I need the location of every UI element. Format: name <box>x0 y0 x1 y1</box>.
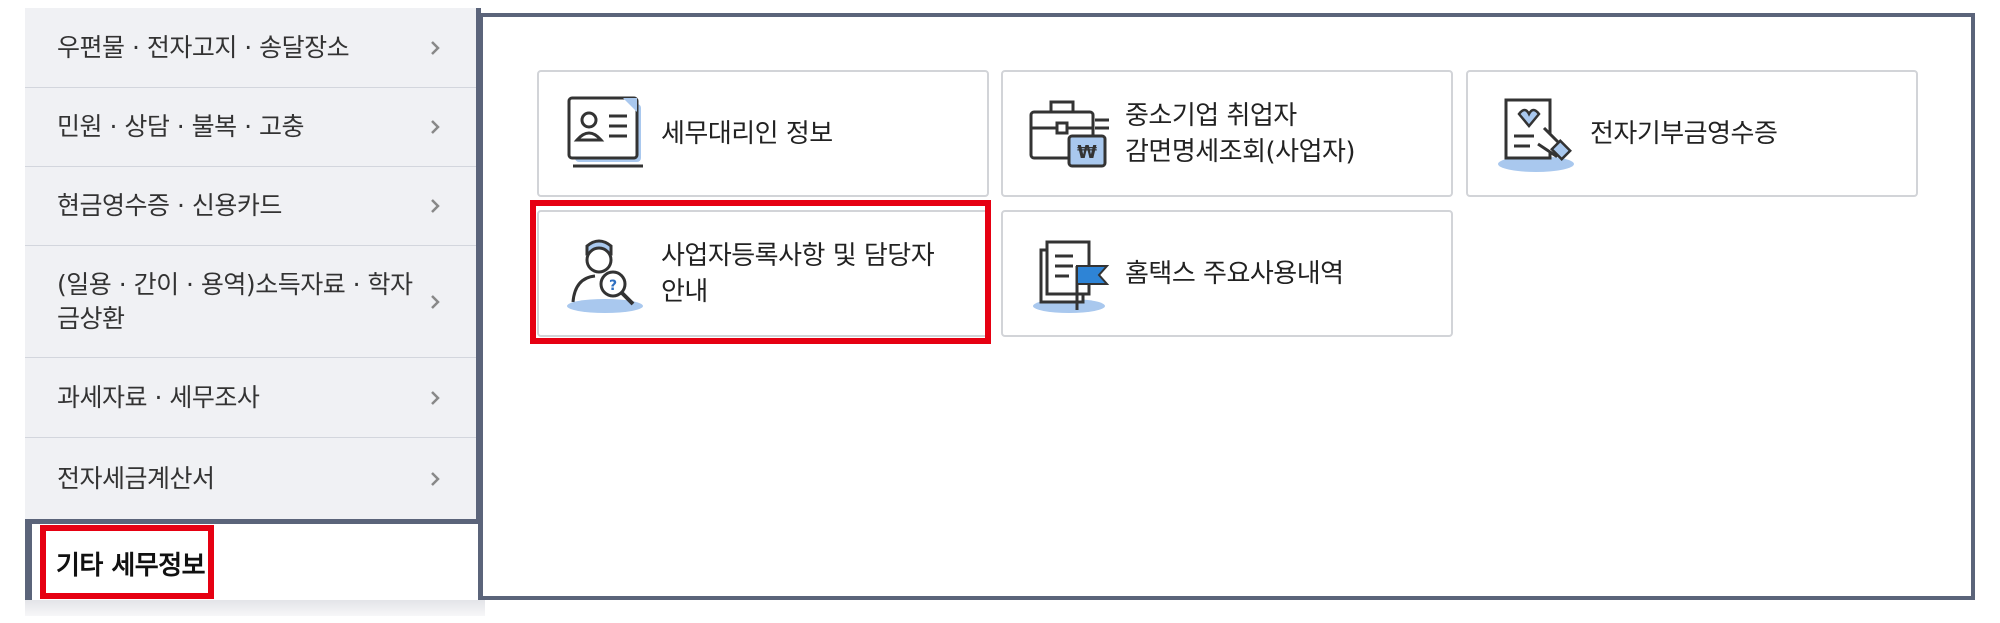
card-sme-tax-reduction[interactable]: ₩ 중소기업 취업자 감면명세조회(사업자) <box>1001 70 1453 197</box>
sidebar-item-income-data[interactable]: (일용 · 간이 · 용역)소득자료 · 학자금상환 <box>25 246 476 358</box>
sidebar-item-cash-receipt[interactable]: 현금영수증 · 신용카드 <box>25 167 476 246</box>
sidebar-item-complaint[interactable]: 민원 · 상담 · 불복 · 고충 <box>25 88 476 167</box>
card-label: 전자기부금영수증 <box>1590 118 1778 149</box>
card-hometax-usage-history[interactable]: 홈택스 주요사용내역 <box>1001 210 1453 337</box>
sidebar-item-e-invoice[interactable]: 전자세금계산서 <box>25 438 476 519</box>
highlight-box <box>40 525 214 599</box>
card-label: 중소기업 취업자 감면명세조회(사업자) <box>1125 100 1356 167</box>
sidebar-item-label: 현금영수증 · 신용카드 <box>57 191 282 220</box>
donation-receipt-icon <box>1498 98 1574 172</box>
menu-shadow <box>25 600 485 616</box>
card-tax-agent-info[interactable]: 세무대리인 정보 <box>537 70 989 197</box>
sidebar-item-tax-audit[interactable]: 과세자료 · 세무조사 <box>25 358 476 438</box>
sidebar-item-label: 민원 · 상담 · 불복 · 고충 <box>57 112 305 141</box>
svg-text:₩: ₩ <box>1077 142 1097 163</box>
card-label: 세무대리인 정보 <box>661 118 833 149</box>
chevron-right-icon <box>431 294 440 309</box>
sidebar-item-label: 과세자료 · 세무조사 <box>57 382 260 412</box>
chevron-right-icon <box>431 390 440 405</box>
sidebar-menu: 우편물 · 전자고지 · 송달장소 민원 · 상담 · 불복 · 고충 현금영수… <box>25 8 481 524</box>
briefcase-won-icon: ₩ <box>1029 100 1109 168</box>
sidebar-item-mail[interactable]: 우편물 · 전자고지 · 송달장소 <box>25 8 476 88</box>
sidebar-item-label: 우편물 · 전자고지 · 송달장소 <box>57 32 350 62</box>
chevron-right-icon <box>431 471 440 486</box>
sidebar-item-label: 전자세금계산서 <box>57 463 215 493</box>
chevron-right-icon <box>431 40 440 55</box>
chevron-right-icon <box>431 120 440 134</box>
document-flag-icon <box>1033 240 1110 313</box>
sidebar-item-label: (일용 · 간이 · 용역)소득자료 · 학자금상환 <box>57 269 413 333</box>
card-label: 홈택스 주요사용내역 <box>1125 258 1344 289</box>
chevron-right-icon <box>431 199 440 213</box>
highlight-box <box>530 200 991 344</box>
card-e-donation-receipt[interactable]: 전자기부금영수증 <box>1466 70 1918 197</box>
id-card-icon <box>567 96 643 168</box>
